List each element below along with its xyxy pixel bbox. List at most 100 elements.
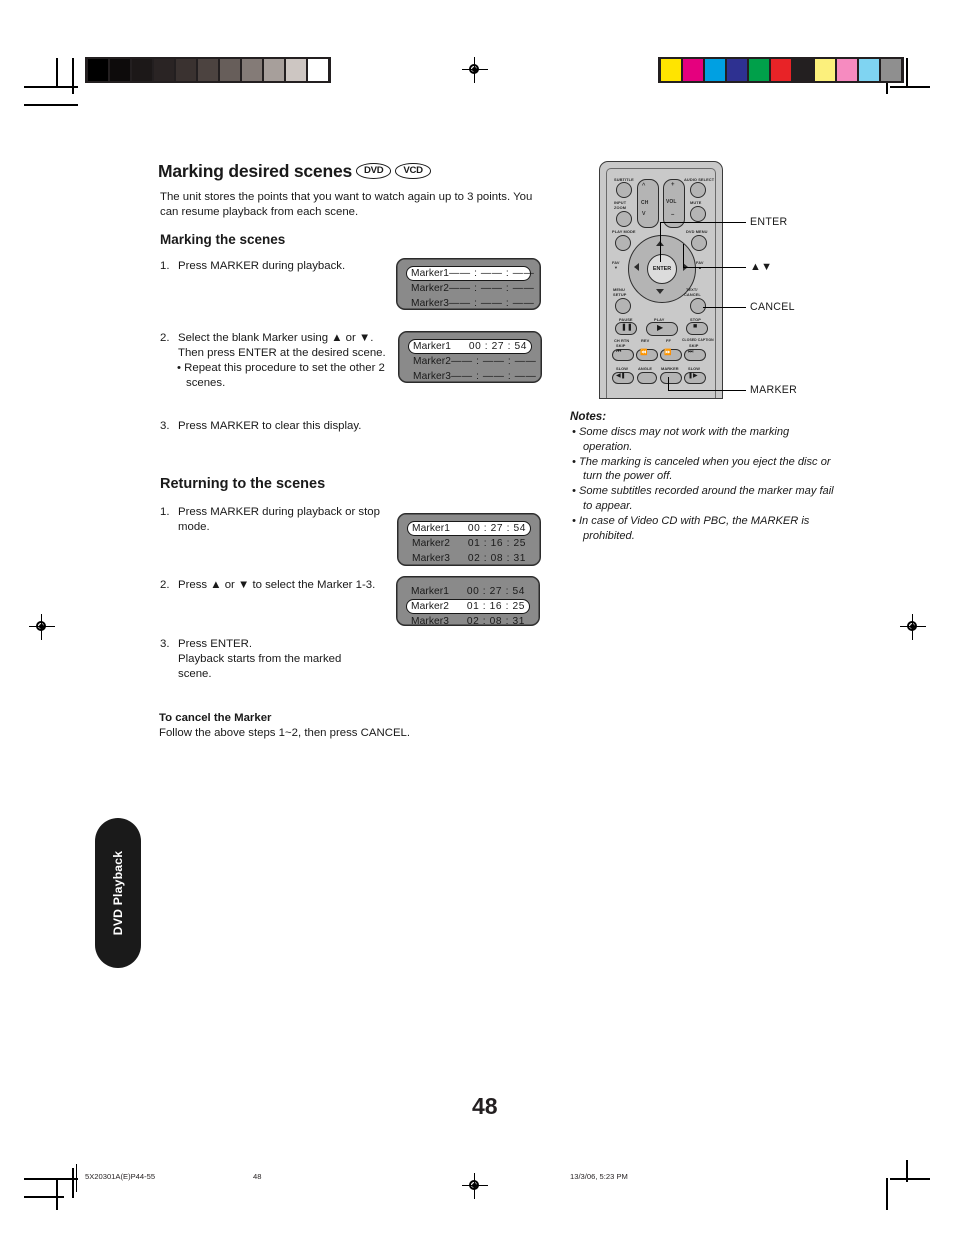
remote-button-marker[interactable] <box>660 372 682 384</box>
osd-marker-row[interactable]: Marker2 01 : 16 : 25 <box>406 599 530 614</box>
crop-mark-br-v <box>886 1178 888 1210</box>
remote-button-angle[interactable] <box>637 372 657 384</box>
color-swatch <box>154 59 174 81</box>
play-icon: ▶ <box>657 323 664 332</box>
color-swatch <box>705 59 725 81</box>
registration-mark-bottom <box>462 1173 488 1199</box>
crop-mark-bl-v <box>56 1178 58 1210</box>
crop-mark-bl-v2 <box>72 1168 74 1198</box>
marking-step-3-number: 3. <box>160 420 170 432</box>
skip-forward-icon: ⏭ <box>688 349 694 355</box>
osd-marker-time: —— : —— : —— <box>449 268 535 279</box>
remote-button-audio-select[interactable] <box>690 182 706 198</box>
footer-left: 5X20301A(E)P44-55 <box>85 1172 156 1181</box>
footer-rule-left <box>76 1164 78 1192</box>
osd-marker-time: 00 : 27 : 54 <box>466 586 525 597</box>
osd-marker-time: —— : —— : —— <box>451 356 537 367</box>
marking-step-3-text: Press MARKER to clear this display. <box>178 420 362 432</box>
osd-marker-row[interactable]: Marker2 —— : —— : —— <box>408 354 536 369</box>
note-item: • Some discs may not work with the marki… <box>572 426 790 453</box>
remote-button-input-zoom[interactable] <box>616 211 632 227</box>
cancel-marker-text: Follow the above steps 1~2, then press C… <box>159 727 411 739</box>
callout-line-marker-v <box>668 377 670 391</box>
manual-page: Marking desired scenes DVD VCD The unit st… <box>0 0 954 1259</box>
remote-button-mute[interactable] <box>690 206 706 222</box>
crop-mark-tl-v <box>56 58 58 88</box>
osd-marker-label: Marker3 <box>411 298 450 309</box>
page-number: 48 <box>472 1093 498 1119</box>
callout-line-cancel-h <box>703 307 746 309</box>
remote-label-slow-left: SLOW <box>616 366 629 371</box>
osd-marker-row[interactable]: Marker3 02 : 08 : 31 <box>407 551 531 566</box>
osd-marker-label: Marker2 <box>411 283 450 294</box>
callout-line-marker-h <box>668 390 746 392</box>
remote-button-play-mode[interactable] <box>615 235 631 251</box>
color-swatch <box>793 59 813 81</box>
remote-label-cancel: CANCEL <box>684 292 701 297</box>
color-swatch <box>881 59 901 81</box>
osd-marker-row[interactable]: Marker3 —— : —— : —— <box>408 369 536 384</box>
footer-right: 13/3/06, 5:23 PM <box>570 1172 628 1181</box>
osd-marker-row[interactable]: Marker3 —— : —— : —— <box>406 296 535 311</box>
remote-button-dvd-menu[interactable] <box>691 235 707 251</box>
osd-marker-row[interactable]: Marker2 01 : 16 : 25 <box>407 536 531 551</box>
callout-line-enter-v <box>660 222 662 262</box>
footer-center: 48 <box>253 1172 262 1181</box>
osd-marker-label: Marker2 <box>411 601 450 612</box>
osd-marker-row[interactable]: Marker3 02 : 08 : 31 <box>406 614 530 629</box>
returning-step-1-number: 1. <box>160 506 170 518</box>
remote-label-closed-caption: CLOSED CAPTION <box>682 338 714 342</box>
color-swatch <box>727 59 747 81</box>
remote-label-vol: VOL <box>666 199 677 205</box>
osd-marker-row[interactable]: Marker1 00 : 27 : 54 <box>406 584 530 599</box>
registration-mark-left <box>29 614 55 640</box>
osd-marker-label: Marker1 <box>411 268 450 279</box>
stop-icon: ■ <box>693 323 698 330</box>
osd-marker-row[interactable]: Marker1 00 : 27 : 54 <box>407 521 531 536</box>
osd-marker-time: 02 : 08 : 31 <box>467 553 526 564</box>
osd-marker-row[interactable]: Marker2 —— : —— : —— <box>406 281 534 296</box>
callout-label-enter: ENTER <box>750 216 788 228</box>
remote-button-menu-setup[interactable] <box>615 298 631 314</box>
osd-marker-label: Marker3 <box>411 616 450 627</box>
callout-label-marker: MARKER <box>750 384 798 396</box>
color-swatch <box>661 59 681 81</box>
osd-marker-row[interactable]: Marker1 00 : 27 : 54 <box>408 339 532 354</box>
remote-button-subtitle[interactable] <box>616 182 632 198</box>
remote-label-skip-left: SKIP <box>616 343 626 348</box>
remote-label-angle: ANGLE <box>638 366 653 371</box>
returning-step-3-number: 3. <box>160 638 170 650</box>
pause-icon: ❚❚ <box>621 324 633 331</box>
osd-marker-label: Marker3 <box>413 371 452 382</box>
registration-mark-right <box>900 614 926 640</box>
heading-returning-to-the-scenes: Returning to the scenes <box>160 476 326 492</box>
remote-label-skip-right: SKIP <box>689 343 699 348</box>
color-swatch <box>242 59 262 81</box>
osd-marker-time: 01 : 16 : 25 <box>466 601 525 612</box>
marking-step-2-text: Select the blank Marker using ▲ or ▼. Th… <box>178 332 386 359</box>
remote-button-cancel[interactable] <box>690 298 706 314</box>
remote-label-setup: SETUP <box>613 292 627 297</box>
returning-step-3-extra: Playback starts from the marked scene. <box>178 653 342 680</box>
intro-paragraph: The unit stores the points that you want… <box>160 191 533 218</box>
rewind-icon: ⏪ <box>640 350 648 356</box>
page-title: Marking desired scenes DVD VCD <box>158 161 431 182</box>
crop-mark-bl-h2 <box>24 1196 64 1198</box>
callout-line-enter-h <box>660 222 746 224</box>
remote-button-enter[interactable]: ENTER <box>647 254 677 284</box>
osd-marker-label: Marker1 <box>412 523 451 534</box>
remote-label-zoom: ZOOM <box>614 205 627 210</box>
color-swatch <box>220 59 240 81</box>
osd-marker-row[interactable]: Marker1 —— : —— : —— <box>406 266 535 281</box>
returning-step-1: 1. Press MARKER during playback or stop … <box>160 505 380 535</box>
remote-control-illustration: SUBTITLE AUDIO SELECT INPUT ZOOM ^ CH v … <box>599 161 723 399</box>
remote-label-play-mode: PLAY MODE <box>612 229 636 234</box>
color-swatch <box>683 59 703 81</box>
fast-forward-icon: ⏩ <box>664 350 672 356</box>
process-color-bar <box>658 57 904 83</box>
osd-marker-time: —— : —— : —— <box>449 298 535 309</box>
remote-label-fav-down-arrow: ▼ <box>614 265 618 270</box>
osd-marker-label: Marker3 <box>412 553 451 564</box>
crop-mark-tl-h <box>24 86 78 88</box>
color-swatch <box>286 59 306 81</box>
